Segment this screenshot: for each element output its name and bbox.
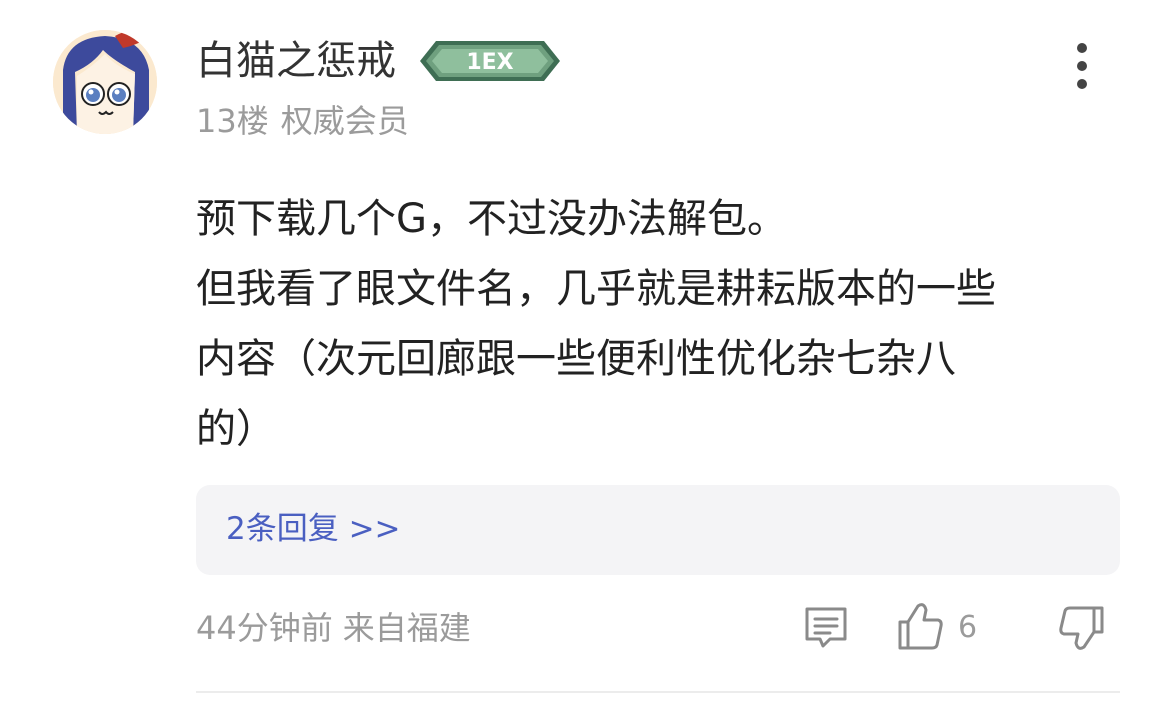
like-count: 6	[958, 610, 978, 645]
view-replies-link[interactable]: 2条回复 >>	[226, 507, 401, 551]
avatar[interactable]	[53, 30, 157, 134]
dislike-button[interactable]	[1058, 604, 1106, 652]
post-time: 44分钟前	[196, 609, 333, 647]
post-line: 内容（次元回廊跟一些便利性优化杂七杂八	[196, 336, 956, 382]
comment-icon	[805, 607, 847, 648]
post-meta: 44分钟前 来自福建	[196, 606, 471, 650]
level-badge-text: 1EX	[466, 50, 513, 75]
username[interactable]: 白猫之惩戒	[196, 36, 396, 86]
more-icon	[1077, 43, 1087, 89]
level-badge: 1EX	[418, 38, 562, 84]
more-button[interactable]	[1062, 40, 1102, 92]
post-content: 预下载几个G，不过没办法解包。 但我看了眼文件名，几乎就是耕耘版本的一些 内容（…	[196, 184, 1136, 464]
thumbs-down-icon	[1059, 606, 1104, 650]
post-location: 来自福建	[342, 609, 471, 647]
post-line: 预下载几个G，不过没办法解包。	[196, 196, 787, 242]
thumbs-up-icon	[898, 603, 943, 650]
divider	[196, 691, 1120, 693]
member-role: 权威会员	[280, 102, 409, 140]
replies-box[interactable]: 2条回复 >>	[196, 485, 1120, 575]
post-line: 但我看了眼文件名，几乎就是耕耘版本的一些	[196, 266, 996, 312]
avatar-image	[53, 30, 157, 134]
user-subline: 13楼 权威会员	[196, 100, 409, 142]
post-line: 的）	[196, 406, 276, 452]
floor-number: 13楼	[196, 102, 269, 140]
comment-button[interactable]	[802, 605, 850, 651]
